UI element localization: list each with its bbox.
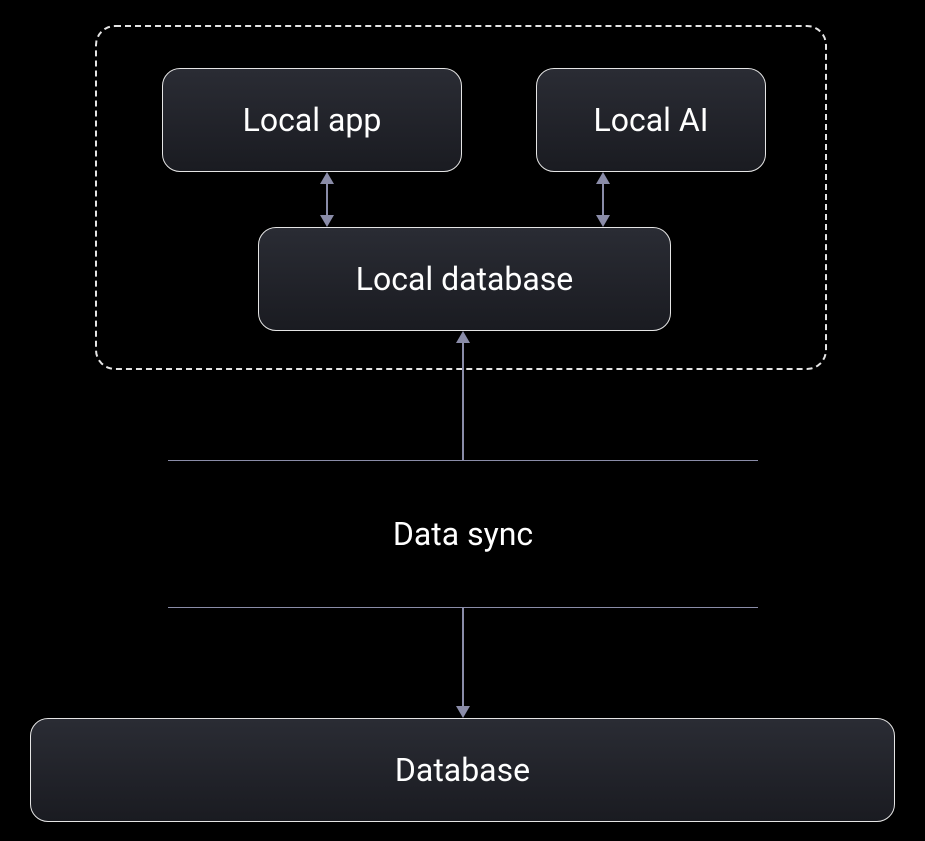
arrow-local-db-to-sync: [456, 331, 470, 460]
local-database-box: Local database: [258, 227, 671, 331]
divider-line: [168, 460, 758, 461]
local-ai-box: Local AI: [536, 68, 766, 172]
data-sync-section: Data sync: [168, 460, 758, 608]
arrow-local-app-to-local-db: [320, 172, 334, 227]
arrow-line: [462, 608, 464, 708]
arrow-line: [462, 341, 464, 460]
database-box: Database: [30, 718, 895, 822]
arrow-sync-to-database: [456, 608, 470, 718]
arrow-down-icon: [596, 215, 610, 227]
arrow-down-icon: [320, 215, 334, 227]
local-app-box: Local app: [162, 68, 462, 172]
data-sync-label: Data sync: [393, 515, 533, 553]
arrow-line: [326, 180, 328, 219]
arrow-line: [602, 180, 604, 219]
local-app-label: Local app: [243, 101, 382, 139]
arrow-local-ai-to-local-db: [596, 172, 610, 227]
arrow-down-icon: [456, 706, 470, 718]
local-database-label: Local database: [356, 260, 574, 298]
database-label: Database: [395, 751, 530, 789]
local-ai-label: Local AI: [594, 101, 709, 139]
